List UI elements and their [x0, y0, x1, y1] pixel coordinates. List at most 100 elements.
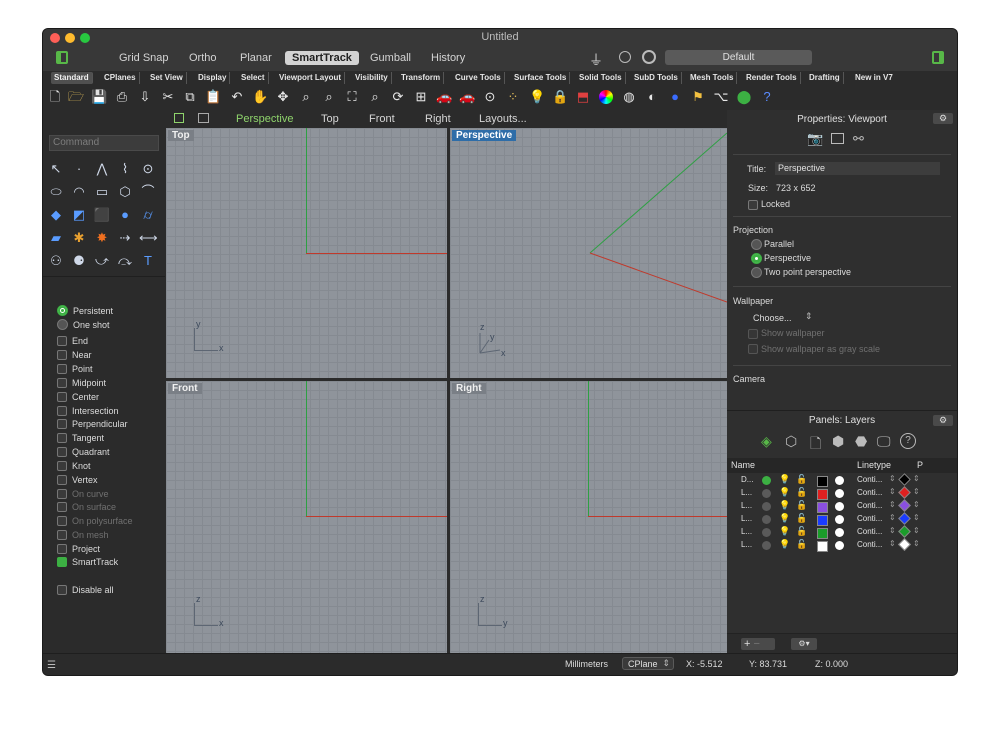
parallel-radio[interactable]: [751, 239, 762, 250]
cut-icon[interactable]: ✂: [160, 89, 176, 105]
tab-solid-tools[interactable]: Solid Tools: [576, 72, 626, 84]
remove-layer-icon[interactable]: −: [754, 638, 760, 650]
properties-icon[interactable]: ⬤: [736, 89, 752, 105]
col-name[interactable]: Name: [731, 460, 755, 470]
layer-color-swatch[interactable]: [817, 528, 828, 539]
filter-icon[interactable]: ⏚: [589, 50, 603, 70]
layers-gear-icon[interactable]: ⚙: [933, 415, 953, 426]
bulb-icon[interactable]: 💡: [779, 513, 790, 524]
current-layer-icon[interactable]: [762, 489, 771, 498]
group-icon[interactable]: ⚇: [47, 252, 65, 270]
osnap-circle-icon[interactable]: [619, 51, 631, 63]
osnap-vertex[interactable]: Vertex: [57, 474, 98, 487]
layers-icon[interactable]: ◈: [761, 433, 772, 450]
layer-color-swatch[interactable]: [817, 502, 828, 513]
layer-row[interactable]: D... 💡 🔓 Conti... ⇕ ⇕: [727, 473, 957, 487]
bulb-icon[interactable]: 💡: [779, 526, 790, 537]
link-icon[interactable]: ⚯: [853, 131, 864, 147]
vp-tab-top[interactable]: Top: [321, 113, 339, 125]
left-sidebar-toggle-icon[interactable]: [56, 51, 68, 64]
current-layer-icon[interactable]: [762, 502, 771, 511]
lock-icon[interactable]: 🔓: [796, 474, 807, 485]
select-arrow-icon[interactable]: ↖: [47, 160, 65, 178]
fillet-curve-icon[interactable]: ⌒: [139, 183, 157, 201]
layer-linetype[interactable]: Conti...: [857, 475, 882, 484]
zoom-extents-icon[interactable]: ⛶: [344, 89, 360, 105]
add-layer-button[interactable]: + −: [741, 638, 775, 650]
layer-color-swatch[interactable]: [817, 489, 828, 500]
zoom-window-icon[interactable]: ⌕: [321, 89, 337, 105]
lock-icon[interactable]: 🔒: [552, 89, 568, 105]
single-layout-icon[interactable]: [198, 113, 209, 123]
material-swatch[interactable]: [835, 476, 844, 485]
four-viewports-icon[interactable]: ⊞: [413, 89, 429, 105]
current-layer-icon[interactable]: [762, 528, 771, 537]
vp-tab-layouts[interactable]: Layouts...: [479, 113, 527, 125]
cplane-dropdown[interactable]: CPlane ⇕: [622, 657, 674, 670]
osnap-checkbox[interactable]: [57, 335, 67, 346]
layer-color-swatch[interactable]: [817, 541, 828, 552]
ellipse-icon[interactable]: ⬭: [47, 183, 65, 201]
osnap-checkbox[interactable]: [57, 391, 67, 402]
color-wheel-icon[interactable]: [598, 89, 614, 105]
material-swatch[interactable]: [835, 528, 844, 537]
osnap-checkbox[interactable]: [57, 543, 67, 554]
gumball-toggle[interactable]: Gumball: [370, 52, 411, 64]
environment-icon[interactable]: ◐: [644, 89, 660, 105]
osnap-checkbox[interactable]: [57, 377, 67, 388]
disable-all-checkbox[interactable]: [57, 584, 67, 595]
osnap-perpendicular[interactable]: Perpendicular: [57, 418, 128, 431]
layer-linetype[interactable]: Conti...: [857, 488, 882, 497]
circle-icon[interactable]: ⊙: [139, 160, 157, 178]
surface-icon[interactable]: ◆: [47, 206, 65, 224]
viewport-top[interactable]: Top y x: [166, 128, 447, 378]
tab-standard[interactable]: Standard: [51, 72, 93, 84]
curve-icon[interactable]: ⌇: [116, 160, 134, 178]
layer-options-icon[interactable]: ⚙▾: [791, 638, 817, 650]
rotate-icon[interactable]: ⟳: [390, 89, 406, 105]
explode-icon[interactable]: ✸: [93, 229, 111, 247]
rotate-view-icon[interactable]: ✥: [275, 89, 291, 105]
viewport-icon[interactable]: [831, 133, 844, 144]
tab-cplanes[interactable]: CPlanes: [101, 72, 140, 84]
tab-render-tools[interactable]: Render Tools: [743, 72, 801, 84]
point-icon[interactable]: ·: [70, 160, 88, 178]
wallpaper-dropdown[interactable]: Choose... ⇕: [753, 311, 813, 324]
bulb-icon[interactable]: 💡: [779, 474, 790, 485]
vp-tab-perspective[interactable]: Perspective: [236, 113, 293, 125]
material-icon[interactable]: ◍: [621, 89, 637, 105]
cplane-icon[interactable]: ⬒: [575, 89, 591, 105]
osnap-checkbox-checked[interactable]: [57, 556, 67, 567]
layer-name[interactable]: L...: [741, 501, 752, 510]
grid-layout-icon[interactable]: [174, 113, 184, 123]
layer-name[interactable]: L...: [741, 514, 752, 523]
split-icon[interactable]: ⤼: [116, 252, 134, 270]
layer-name[interactable]: L...: [741, 488, 752, 497]
import-icon[interactable]: ⇩: [137, 89, 153, 105]
new-file-icon[interactable]: 🗋: [47, 89, 63, 105]
zoom-icon[interactable]: ⌕: [298, 89, 314, 105]
layer-name[interactable]: L...: [741, 527, 752, 536]
tab-new-in-v7[interactable]: New in V7: [852, 72, 896, 84]
osnap-checkbox[interactable]: [57, 474, 67, 485]
tab-surface-tools[interactable]: Surface Tools: [511, 72, 571, 84]
bulb-icon[interactable]: 💡: [779, 500, 790, 511]
print-color-swatch[interactable]: [898, 525, 911, 538]
display-icon[interactable]: 🖵: [877, 433, 891, 450]
tab-viewport-layout[interactable]: Viewport Layout: [276, 72, 346, 84]
tab-visibility[interactable]: Visibility: [352, 72, 392, 84]
tab-curve-tools[interactable]: Curve Tools: [452, 72, 505, 84]
ortho-toggle[interactable]: Ortho: [189, 52, 217, 64]
material-swatch[interactable]: [835, 541, 844, 550]
trim-icon[interactable]: ⤻: [93, 252, 111, 270]
history-toggle[interactable]: History: [431, 52, 465, 64]
layer-linetype[interactable]: Conti...: [857, 527, 882, 536]
tab-select[interactable]: Select: [238, 72, 269, 84]
units-label[interactable]: Millimeters: [565, 659, 608, 669]
osnap-center[interactable]: Center: [57, 391, 99, 404]
display-mode-dropdown[interactable]: Default: [665, 50, 812, 65]
material-swatch[interactable]: [835, 489, 844, 498]
render-preview-icon[interactable]: 🚗: [459, 89, 475, 105]
persistent-radio[interactable]: Persistent: [57, 305, 113, 318]
osnap-checkbox[interactable]: [57, 446, 67, 457]
